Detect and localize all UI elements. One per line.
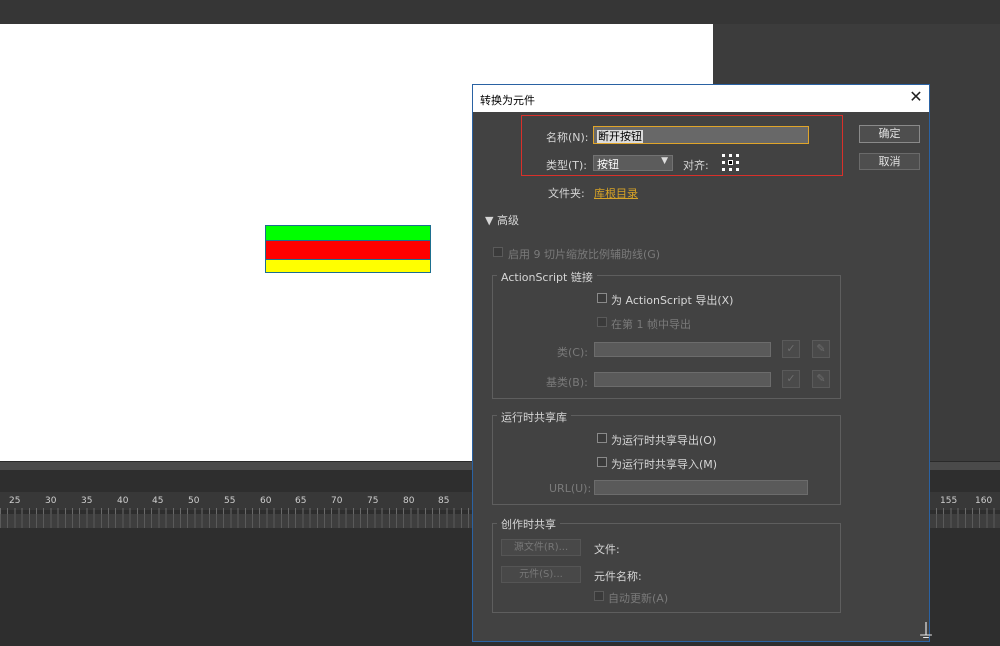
export-frame1-checkbox[interactable] [597, 317, 607, 327]
export-frame1-label: 在第 1 帧中导出 [611, 318, 691, 331]
type-select[interactable]: 按钮 ▼ [593, 155, 673, 171]
ruler-label: 160 [975, 496, 993, 506]
cancel-button[interactable]: 取消 [859, 153, 920, 170]
import-runtime-checkbox[interactable] [597, 457, 607, 467]
ok-button[interactable]: 确定 [859, 125, 920, 143]
yellow-bar [266, 260, 430, 272]
folder-link[interactable]: 库根目录 [594, 185, 638, 201]
name-label: 名称(N): [546, 131, 589, 144]
export-actionscript-checkbox[interactable] [597, 293, 607, 303]
ruler-label: 25 [9, 496, 21, 506]
base-class-input[interactable] [594, 372, 771, 387]
resize-grip-icon: ⍊ [920, 616, 932, 640]
name-input-value: 断开按钮 [597, 130, 643, 143]
symbol-name-label: 元件名称: [594, 570, 642, 583]
ruler-label: 75 [367, 496, 379, 506]
base-class-label: 基类(B): [546, 376, 588, 389]
ruler-label: 30 [45, 496, 57, 506]
ruler-label: 155 [940, 496, 958, 506]
convert-to-symbol-dialog: 转换为元件 ✕ 名称(N): 断开按钮 类型(T): 按钮 ▼ 对齐: 确定 取… [472, 84, 930, 642]
auto-update-label: 自动更新(A) [608, 592, 669, 605]
ruler-label: 65 [295, 496, 307, 506]
ruler-label: 45 [152, 496, 164, 506]
align-label: 对齐: [683, 159, 709, 172]
red-bar [266, 240, 430, 267]
authoring-group-title: 创作时共享 [497, 516, 560, 532]
url-label: URL(U): [549, 482, 592, 495]
green-bar [266, 226, 430, 240]
ruler-label: 40 [117, 496, 129, 506]
enable-9slice-checkbox[interactable] [493, 247, 503, 257]
ruler-label: 60 [260, 496, 272, 506]
button-symbol-graphic[interactable] [265, 225, 431, 273]
export-actionscript-label: 为 ActionScript 导出(X) [611, 294, 734, 307]
export-runtime-checkbox[interactable] [597, 433, 607, 443]
checkmark-icon[interactable]: ✓ [782, 340, 800, 358]
class-input[interactable] [594, 342, 771, 357]
class-label: 类(C): [557, 346, 588, 359]
pencil-icon[interactable]: ✎ [812, 370, 830, 388]
actionscript-group-title: ActionScript 链接 [497, 269, 597, 285]
toolbar-area [0, 0, 1000, 24]
import-runtime-label: 为运行时共享导入(M) [611, 458, 718, 471]
dialog-title-bar[interactable]: 转换为元件 ✕ [473, 85, 929, 112]
checkmark-icon[interactable]: ✓ [782, 370, 800, 388]
close-icon[interactable]: ✕ [907, 88, 925, 106]
file-label: 文件: [594, 543, 620, 556]
enable-9slice-label: 启用 9 切片缩放比例辅助线(G) [508, 248, 661, 261]
export-runtime-label: 为运行时共享导出(O) [611, 434, 717, 447]
ruler-label: 50 [188, 496, 200, 506]
type-label: 类型(T): [546, 159, 588, 172]
ruler-label: 70 [331, 496, 343, 506]
runtime-group-title: 运行时共享库 [497, 409, 571, 425]
chevron-down-icon: ▼ [661, 156, 668, 166]
type-select-value: 按钮 [597, 158, 619, 171]
ruler-label: 80 [403, 496, 415, 506]
url-input[interactable] [594, 480, 808, 495]
ruler-label: 55 [224, 496, 236, 506]
advanced-toggle[interactable]: ▼ 高级 [485, 212, 519, 228]
name-input[interactable]: 断开按钮 [593, 126, 809, 144]
ruler-label: 85 [438, 496, 450, 506]
dialog-title: 转换为元件 [480, 94, 535, 107]
symbol-button[interactable]: 元件(S)... [501, 566, 581, 583]
ruler-label: 35 [81, 496, 93, 506]
auto-update-checkbox[interactable] [594, 591, 604, 601]
pencil-icon[interactable]: ✎ [812, 340, 830, 358]
registration-grid[interactable] [722, 154, 740, 172]
source-file-button[interactable]: 源文件(R)... [501, 539, 581, 556]
folder-label: 文件夹: [548, 187, 585, 200]
